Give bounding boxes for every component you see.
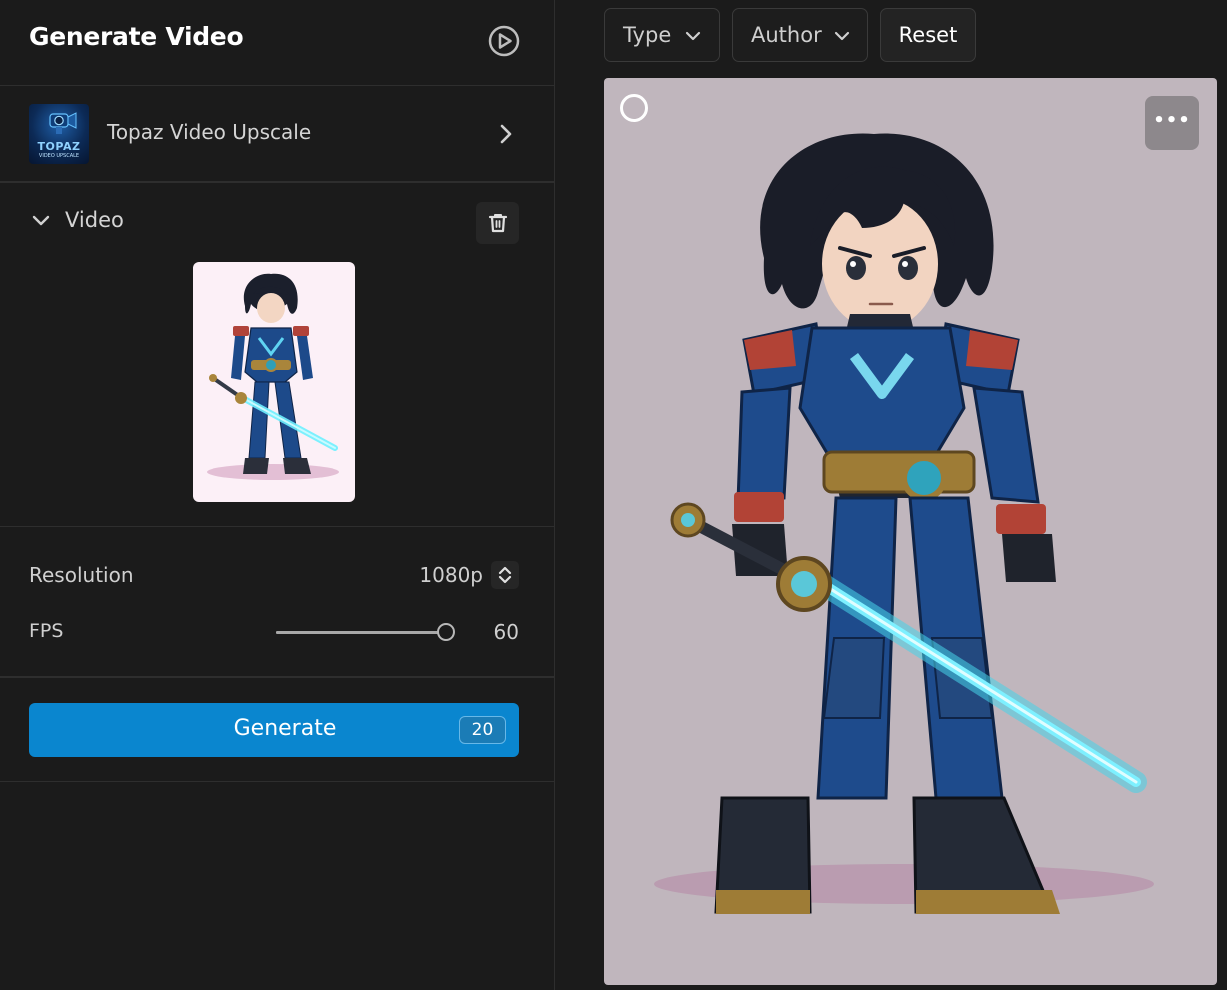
video-section: Video	[0, 184, 555, 527]
type-filter-button[interactable]: Type	[604, 8, 720, 62]
trash-icon	[488, 214, 508, 233]
settings-section: Resolution 1080p FPS 60	[0, 527, 555, 678]
generate-area: Generate 20	[0, 679, 555, 782]
resolution-label: Resolution	[29, 563, 134, 587]
gallery-panel: Type Author Reset •••	[556, 0, 1227, 990]
chevron-down-icon[interactable]	[29, 208, 53, 232]
more-options-button[interactable]: •••	[1145, 96, 1199, 150]
generate-panel: Generate Video TOPAZ VIDEO UPSCALE Topaz…	[0, 0, 555, 990]
author-filter-label: Author	[751, 23, 822, 47]
fps-slider[interactable]	[276, 623, 455, 641]
more-options-icon: •••	[1153, 110, 1191, 131]
video-section-label: Video	[65, 208, 124, 232]
gallery-image	[654, 133, 1154, 914]
chevron-down-icon	[834, 31, 850, 41]
generate-button[interactable]: Generate 20	[29, 703, 519, 757]
fps-slider-handle[interactable]	[437, 623, 455, 641]
video-thumbnail[interactable]	[193, 262, 355, 502]
fps-slider-fill	[276, 631, 446, 634]
page-title: Generate Video	[29, 22, 244, 51]
gallery-item[interactable]: •••	[604, 78, 1217, 985]
reset-filters-label: Reset	[898, 23, 958, 47]
resolution-value[interactable]: 1080p	[405, 563, 483, 587]
author-filter-button[interactable]: Author	[732, 8, 868, 62]
chevron-down-icon	[685, 31, 701, 41]
model-name: Topaz Video Upscale	[107, 120, 312, 144]
select-item-checkbox[interactable]	[620, 94, 648, 122]
type-filter-label: Type	[623, 23, 672, 47]
model-selector[interactable]: TOPAZ VIDEO UPSCALE Topaz Video Upscale	[0, 86, 555, 183]
fps-value: 60	[493, 620, 519, 644]
delete-video-button[interactable]	[476, 202, 519, 244]
reset-filters-button[interactable]: Reset	[880, 8, 976, 62]
generate-cost-badge: 20	[459, 716, 506, 744]
model-thumb-title: TOPAZ	[37, 140, 81, 153]
model-thumb-subtitle: VIDEO UPSCALE	[38, 153, 80, 159]
resolution-stepper[interactable]	[491, 561, 519, 589]
chevron-up-down-icon	[498, 566, 512, 584]
panel-header: Generate Video	[0, 0, 555, 86]
chevron-right-icon	[496, 121, 516, 147]
play-circle-icon[interactable]	[486, 23, 522, 59]
fps-label: FPS	[29, 620, 64, 642]
model-thumbnail: TOPAZ VIDEO UPSCALE	[29, 104, 89, 164]
